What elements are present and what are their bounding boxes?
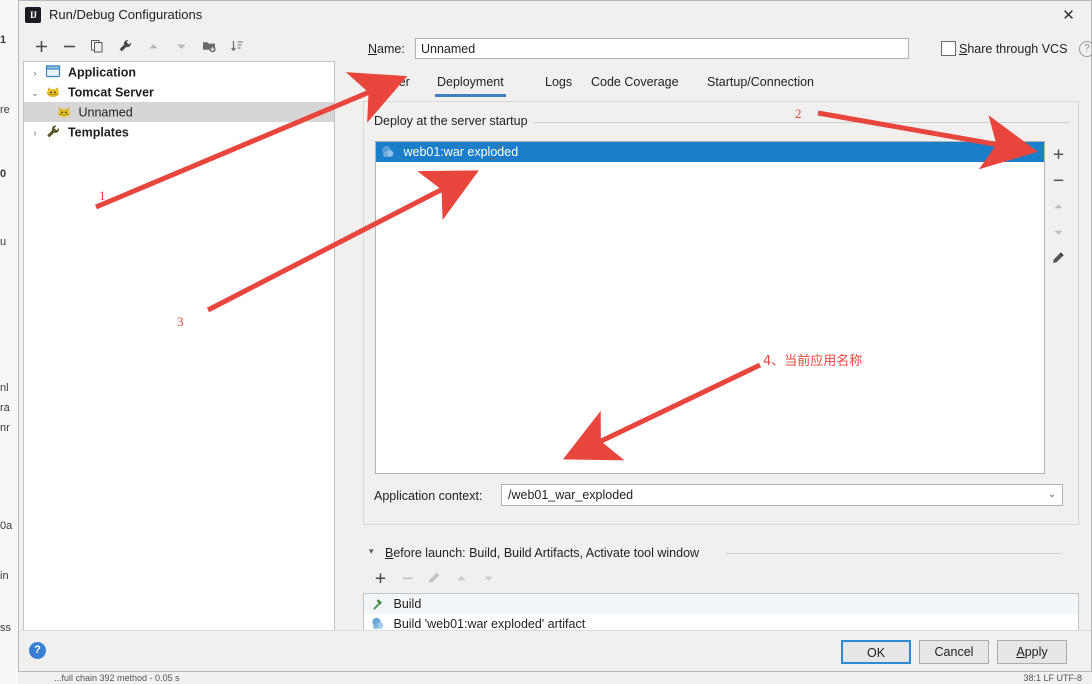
- bg-fragment: 0: [0, 168, 7, 180]
- apply-button[interactable]: Apply: [997, 640, 1067, 664]
- tree-item-label: Application: [67, 65, 137, 80]
- remove-configuration-button[interactable]: [58, 35, 80, 57]
- wrench-icon: [45, 124, 62, 140]
- share-label-rest: hare through VCS: [967, 42, 1068, 56]
- ide-status-bar: ...full chain 392 method - 0.05 s 38:1 L…: [18, 670, 1092, 684]
- before-launch-title-rest: efore launch: Build, Build Artifacts, Ac…: [393, 546, 700, 560]
- deploy-at-startup-label: Deploy at the server startup: [374, 114, 534, 128]
- wrench-icon[interactable]: [114, 35, 136, 57]
- chevron-down-icon[interactable]: ⌄: [28, 83, 42, 103]
- bg-fragment: u: [0, 236, 7, 248]
- chevron-right-icon[interactable]: ›: [28, 123, 42, 143]
- dialog-footer: ? OK Cancel Apply: [19, 630, 1091, 671]
- folder-add-icon[interactable]: [198, 35, 220, 57]
- configuration-tabs: Server Deployment Logs Code Coverage Sta…: [367, 71, 1079, 97]
- application-context-combobox[interactable]: /web01_war_exploded ⌄: [501, 484, 1063, 506]
- background-editor-gutter: 1 re 0 u nl ra nr 0a in ss: [0, 0, 19, 684]
- move-up-button[interactable]: [142, 35, 164, 57]
- bg-fragment: nl: [0, 382, 9, 394]
- add-artifact-button[interactable]: [1046, 141, 1070, 167]
- tomcat-icon: [56, 104, 73, 120]
- bg-fragment: 1: [0, 34, 7, 46]
- before-launch-task-list[interactable]: Build Build 'web01:war exploded' artifac…: [363, 593, 1079, 633]
- bg-fragment: ra: [0, 402, 10, 414]
- question-mark-icon[interactable]: ?: [1079, 41, 1092, 57]
- tree-item-label: Unnamed: [78, 105, 133, 120]
- move-artifact-down-button[interactable]: [1046, 219, 1070, 245]
- bg-fragment: re: [0, 104, 10, 116]
- tab-code-coverage[interactable]: Code Coverage: [589, 71, 681, 97]
- edit-task-button[interactable]: [423, 567, 445, 589]
- help-icon[interactable]: ?: [29, 642, 46, 659]
- sort-configurations-button[interactable]: [226, 35, 248, 57]
- bg-fragment: 0a: [0, 520, 13, 532]
- configurations-tree[interactable]: › Application ⌄ Tomcat Server Unnamed › …: [23, 61, 335, 633]
- name-label-mnemonic: N: [368, 42, 378, 56]
- name-label-rest: ame:: [377, 42, 405, 56]
- dialog-title: Run/Debug Configurations: [49, 7, 203, 22]
- intellij-idea-icon: IJ: [25, 7, 41, 23]
- tab-deployment[interactable]: Deployment: [435, 71, 506, 97]
- before-launch-task-row[interactable]: Build: [364, 594, 1078, 614]
- configurations-toolbar: [25, 35, 337, 61]
- remove-artifact-button[interactable]: [1046, 167, 1070, 193]
- move-task-up-button[interactable]: [450, 567, 472, 589]
- application-context-value: /web01_war_exploded: [508, 488, 634, 502]
- name-input[interactable]: [415, 38, 909, 59]
- tree-item-tomcat-server[interactable]: ⌄ Tomcat Server: [24, 82, 334, 102]
- move-down-button[interactable]: [170, 35, 192, 57]
- before-launch-divider: [725, 553, 1061, 554]
- build-hammer-icon: [370, 596, 386, 612]
- run-debug-configurations-dialog: IJ Run/Debug Configurations ✕ › Applicat…: [18, 0, 1092, 672]
- bg-fragment: ss: [0, 622, 11, 634]
- deployment-list-item[interactable]: web01:war exploded: [376, 142, 1044, 162]
- status-bar-left-text: ...full chain 392 method - 0.05 s: [54, 673, 180, 683]
- ok-button[interactable]: OK: [841, 640, 911, 664]
- application-context-label: Application context:: [374, 489, 483, 503]
- tab-server[interactable]: Server: [371, 71, 412, 97]
- before-launch-task-label: Build 'web01:war exploded' artifact: [393, 617, 586, 631]
- tree-item-templates[interactable]: › Templates: [24, 122, 334, 142]
- name-field-label: Name:: [368, 42, 405, 56]
- application-icon: [45, 64, 62, 80]
- before-launch-task-label: Build: [393, 597, 422, 611]
- dialog-titlebar: IJ Run/Debug Configurations ✕: [19, 1, 1091, 30]
- before-launch-title: Before launch: Build, Build Artifacts, A…: [385, 546, 699, 560]
- apply-mnemonic: A: [1016, 645, 1025, 659]
- tree-item-unnamed[interactable]: Unnamed: [24, 102, 334, 122]
- copy-configuration-button[interactable]: [86, 35, 108, 57]
- add-task-button[interactable]: [369, 567, 391, 589]
- remove-task-button[interactable]: [396, 567, 418, 589]
- tree-item-label: Templates: [67, 125, 129, 140]
- apply-label-rest: pply: [1024, 645, 1048, 659]
- edit-artifact-button[interactable]: [1046, 245, 1070, 271]
- artifact-icon: [380, 144, 396, 160]
- cancel-button[interactable]: Cancel: [919, 640, 989, 664]
- tab-startup-connection[interactable]: Startup/Connection: [705, 71, 816, 97]
- tab-logs[interactable]: Logs: [543, 71, 574, 97]
- share-through-vcs-checkbox[interactable]: [941, 41, 956, 56]
- before-launch-collapse-arrow[interactable]: ▾: [369, 546, 374, 557]
- chevron-down-icon[interactable]: ⌄: [1048, 489, 1056, 500]
- bg-fragment: in: [0, 570, 9, 582]
- close-icon[interactable]: ✕: [1046, 1, 1091, 30]
- deployment-side-toolbar: [1046, 141, 1070, 474]
- tree-item-label: Tomcat Server: [67, 85, 154, 100]
- bg-fragment: nr: [0, 422, 10, 434]
- before-launch-toolbar: [369, 567, 509, 591]
- move-artifact-up-button[interactable]: [1046, 193, 1070, 219]
- add-configuration-button[interactable]: [30, 35, 52, 57]
- move-task-down-button[interactable]: [477, 567, 499, 589]
- chevron-right-icon[interactable]: ›: [28, 63, 42, 83]
- deployment-artifacts-list[interactable]: web01:war exploded: [375, 141, 1045, 474]
- deployment-list-item-label: web01:war exploded: [403, 145, 519, 159]
- deployment-panel: Deploy at the server startup web01:war e…: [363, 101, 1079, 525]
- status-bar-right-text: 38:1 LF UTF-8: [1023, 673, 1082, 683]
- tomcat-icon: [45, 84, 62, 100]
- tree-item-application[interactable]: › Application: [24, 62, 334, 82]
- share-through-vcs-label[interactable]: Share through VCS: [959, 42, 1067, 56]
